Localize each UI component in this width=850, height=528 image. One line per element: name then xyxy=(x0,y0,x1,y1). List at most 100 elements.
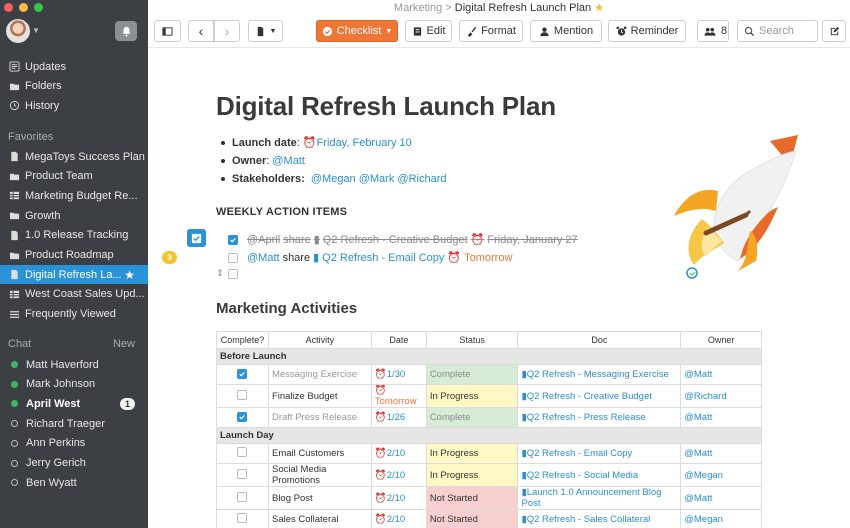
doc-link[interactable]: Launch 1.0 Announcement Blog Post xyxy=(521,488,661,509)
doc-cell[interactable]: ▮Q2 Refresh - Press Release xyxy=(517,407,682,428)
owner-cell[interactable]: @Matt xyxy=(680,364,762,385)
doc-link[interactable]: Q2 Refresh - Social Media xyxy=(527,470,638,481)
activity-cell[interactable]: Sales Collateral xyxy=(267,509,372,528)
owner-cell[interactable]: @Megan xyxy=(680,509,762,528)
sidebar-favorite[interactable]: Growth xyxy=(0,206,148,225)
sidebar-item-updates[interactable]: Updates xyxy=(0,57,148,76)
row-checkbox[interactable] xyxy=(237,411,248,422)
action-checkbox[interactable] xyxy=(228,234,238,245)
row-checkbox[interactable] xyxy=(237,368,248,379)
chat-contact[interactable]: Ann Perkins xyxy=(0,434,148,453)
back-button[interactable]: ‹ xyxy=(188,20,214,42)
search-input[interactable]: Search xyxy=(737,20,818,42)
task-mention[interactable]: @April xyxy=(247,234,280,246)
task-doc-link[interactable]: Q2 Refresh - Email Copy xyxy=(322,252,444,264)
edit-button[interactable]: Edit xyxy=(405,20,452,42)
row-checkbox[interactable] xyxy=(237,468,248,479)
doc-cell[interactable]: ▮Q2 Refresh - Social Media xyxy=(517,463,682,487)
date-cell[interactable]: ⏰1/30 xyxy=(370,364,427,385)
sidebar-favorite[interactable]: MegaToys Success Plan xyxy=(0,147,148,166)
row-checkbox[interactable] xyxy=(237,513,248,523)
doc-link[interactable]: Q2 Refresh - Sales Collateral xyxy=(527,514,651,525)
new-chat-button[interactable]: New xyxy=(113,338,135,350)
activity-cell[interactable]: Social Media Promotions xyxy=(267,463,372,487)
document-menu-button[interactable]: ▼ xyxy=(248,20,283,42)
chat-contact[interactable]: Richard Traeger xyxy=(0,414,148,433)
action-checkbox[interactable] xyxy=(228,269,238,279)
sidebar-favorite[interactable]: Frequently Viewed xyxy=(0,305,148,324)
owner-cell[interactable]: @Megan xyxy=(680,463,762,487)
column-header[interactable]: Owner xyxy=(680,331,762,349)
stakeholders-mentions[interactable]: @Megan @Mark @Richard xyxy=(311,173,447,185)
chevron-down-icon[interactable]: ▼ xyxy=(32,26,40,35)
row-checkbox[interactable] xyxy=(237,447,248,457)
owner-mention[interactable]: @Matt xyxy=(272,155,305,167)
mention-button[interactable]: Mention xyxy=(530,20,602,42)
compose-button[interactable] xyxy=(822,20,846,42)
chat-contact[interactable]: Mark Johnson xyxy=(0,375,148,394)
sidebar-item-folders[interactable]: Folders xyxy=(0,77,148,96)
doc-cell[interactable]: ▮Q2 Refresh - Sales Collateral xyxy=(517,509,682,528)
chat-contact[interactable]: Jerry Gerich xyxy=(0,454,148,473)
doc-cell[interactable]: ▮Q2 Refresh - Messaging Exercise xyxy=(517,364,682,385)
column-header[interactable]: Complete? xyxy=(216,331,269,349)
status-cell[interactable]: Complete xyxy=(425,364,519,385)
sidebar-favorite[interactable]: Digital Refresh La... ★ xyxy=(0,265,148,285)
date-cell[interactable]: ⏰2/10 xyxy=(370,509,427,528)
date-cell[interactable]: ⏰1/26 xyxy=(370,407,427,428)
task-mention[interactable]: @Matt xyxy=(247,252,280,264)
zoom-window-button[interactable] xyxy=(34,3,43,12)
column-header[interactable]: Doc xyxy=(517,331,682,349)
status-cell[interactable]: In Progress xyxy=(425,384,519,408)
comment-count-badge[interactable]: 3 xyxy=(162,251,177,264)
sidebar-favorite[interactable]: Marketing Budget Re... xyxy=(0,186,148,205)
chat-contact[interactable]: April West 1 xyxy=(0,394,148,413)
date-cell[interactable]: ⏰2/10 xyxy=(370,486,427,510)
column-header[interactable]: Date xyxy=(370,331,427,349)
date-cell[interactable]: ⏰Tomorrow xyxy=(370,384,427,408)
owner-cell[interactable]: @Richard xyxy=(680,384,762,408)
action-checkbox[interactable] xyxy=(228,252,238,263)
sidebar-favorite[interactable]: Product Roadmap xyxy=(0,246,148,265)
forward-button[interactable]: › xyxy=(214,20,240,42)
column-header[interactable]: Status xyxy=(425,331,519,349)
checklist-toggle-button[interactable] xyxy=(187,229,206,247)
format-button[interactable]: Format xyxy=(459,20,523,42)
status-cell[interactable]: Not Started xyxy=(425,486,519,510)
star-icon[interactable]: ★ xyxy=(594,2,604,14)
status-cell[interactable]: Not Started xyxy=(425,509,519,528)
activity-cell[interactable]: Draft Press Release xyxy=(267,407,372,428)
launch-date-value[interactable]: Friday, February 10 xyxy=(317,137,412,149)
doc-cell[interactable]: ▮Q2 Refresh - Email Copy xyxy=(517,443,682,464)
sidebar-item-history[interactable]: History xyxy=(0,96,148,115)
minimize-window-button[interactable] xyxy=(19,3,28,12)
row-checkbox[interactable] xyxy=(237,491,248,502)
task-doc-link[interactable]: Q2 Refresh - Creative Budget xyxy=(323,234,468,246)
activity-cell[interactable]: Email Customers xyxy=(267,443,372,464)
page-title[interactable]: Digital Refresh Launch Plan xyxy=(216,91,556,122)
close-window-button[interactable] xyxy=(4,3,13,12)
doc-cell[interactable]: ▮Launch 1.0 Announcement Blog Post xyxy=(517,486,682,510)
reorder-handle-icon[interactable]: ⇕ xyxy=(216,268,224,279)
row-checkbox[interactable] xyxy=(237,389,248,400)
activity-cell[interactable]: Finalize Budget xyxy=(267,384,372,408)
status-cell[interactable]: In Progress xyxy=(425,443,519,464)
task-due-date[interactable]: Tomorrow xyxy=(464,252,512,264)
owner-cell[interactable]: @Matt xyxy=(680,443,762,464)
share-button[interactable]: 8 xyxy=(697,20,729,42)
status-cell[interactable]: In Progress xyxy=(425,463,519,487)
notifications-button[interactable] xyxy=(115,21,137,41)
doc-link[interactable]: Q2 Refresh - Email Copy xyxy=(527,448,633,459)
sidebar-favorite[interactable]: 1.0 Release Tracking xyxy=(0,226,148,245)
chat-contact[interactable]: Matt Haverford xyxy=(0,355,148,374)
doc-link[interactable]: Q2 Refresh - Messaging Exercise xyxy=(527,369,669,380)
status-cell[interactable]: Complete xyxy=(425,407,519,428)
activity-cell[interactable]: Blog Post xyxy=(267,486,372,510)
checklist-button[interactable]: Checklist ▼ xyxy=(316,20,398,42)
star-icon[interactable]: ★ xyxy=(124,268,135,282)
doc-cell[interactable]: ▮Q2 Refresh - Creative Budget xyxy=(517,384,682,408)
owner-cell[interactable]: @Matt xyxy=(680,486,762,510)
date-cell[interactable]: ⏰2/10 xyxy=(370,443,427,464)
sidebar-favorite[interactable]: Product Team xyxy=(0,167,148,186)
reminder-button[interactable]: Reminder xyxy=(608,20,686,42)
